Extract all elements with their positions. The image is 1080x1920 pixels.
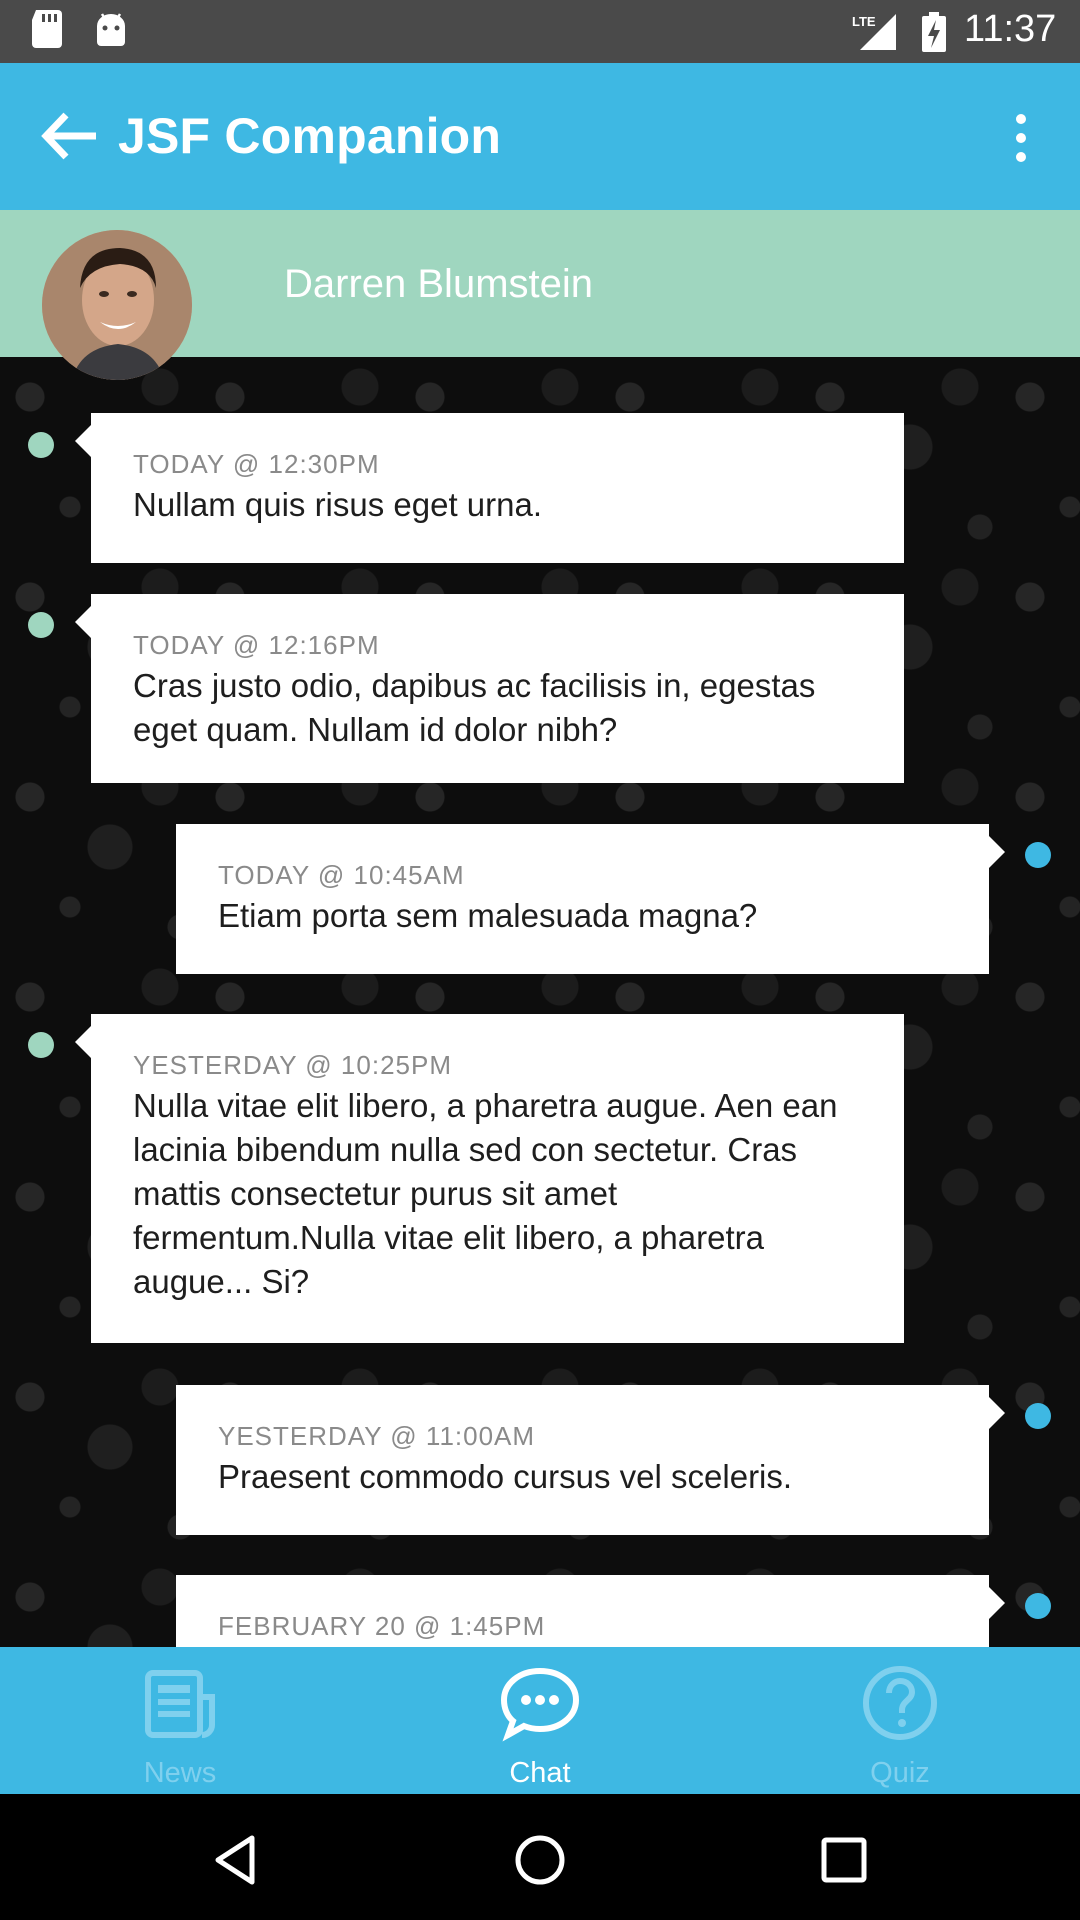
incoming-dot [28,1032,54,1058]
question-circle-icon [863,1666,937,1740]
more-vertical-icon[interactable] [1006,113,1036,163]
nav-label-chat: Chat [509,1757,571,1789]
nav-item-chat[interactable]: Chat [360,1647,720,1794]
message-time: TODAY @ 12:16PM [133,630,380,660]
outgoing-dot [1025,1403,1051,1429]
clock: 11:37 [964,8,1057,50]
arrow-left-icon[interactable] [40,111,98,161]
svg-text:LTE: LTE [852,14,876,29]
battery-charging-icon [922,12,946,52]
status-bar: LTE 11:37 [0,0,1080,63]
nav-label-quiz: Quiz [870,1757,930,1789]
bottom-nav: News Chat Quiz [0,1647,1080,1794]
message-time: TODAY @ 12:30PM [133,449,380,479]
message-bubble[interactable]: YESTERDAY @ 11:00AM Praesent commodo cur… [176,1385,1005,1535]
lte-signal-icon: LTE [852,14,896,50]
app-bar: JSF Companion [0,63,1080,210]
system-nav-bar [0,1794,1080,1920]
message-bubble[interactable]: TODAY @ 10:45AM Etiam porta sem malesuad… [176,824,1005,974]
android-icon [97,13,125,46]
nav-label-news: News [143,1757,217,1789]
nav-item-quiz[interactable]: Quiz [720,1647,1080,1794]
message-text: Praesent commodo cursus vel sceleris. [218,1458,793,1495]
message-text: Nulla vitae elit libero, a pharetra augu… [133,1087,838,1300]
message-text: Etiam porta sem malesuada magna? [218,897,758,934]
contact-name: Darren Blumstein [284,262,594,306]
message-time: TODAY @ 10:45AM [218,860,465,890]
outgoing-dot [1025,1593,1051,1619]
message-bubble[interactable]: TODAY @ 12:30PM Nullam quis risus eget u… [75,413,904,563]
app-title: JSF Companion [118,108,502,164]
avatar[interactable] [42,230,192,380]
chat-bubble-icon [500,1667,580,1742]
message-text: Cras justo odio, dapibus ac facilisis in… [133,667,816,748]
incoming-dot [28,612,54,638]
nav-item-news[interactable]: News [0,1647,360,1794]
newspaper-icon [145,1670,215,1738]
system-back-icon[interactable] [208,1832,264,1888]
message-time: YESTERDAY @ 11:00AM [218,1421,536,1451]
system-home-icon[interactable] [512,1832,568,1888]
chat-area[interactable]: TODAY @ 12:30PM Nullam quis risus eget u… [0,357,1080,1647]
incoming-dot [28,432,54,458]
message-bubble[interactable]: TODAY @ 12:16PM Cras justo odio, dapibus… [75,594,904,783]
avatar-photo [42,230,192,380]
message-time: YESTERDAY @ 10:25PM [133,1050,452,1080]
system-recents-icon[interactable] [816,1832,872,1888]
sd-card-icon [32,10,62,48]
outgoing-dot [1025,842,1051,868]
message-text: Nullam quis risus eget urna. [133,486,543,523]
message-bubble[interactable]: FEBRUARY 20 @ 1:45PM [176,1575,1005,1647]
message-bubble[interactable]: YESTERDAY @ 10:25PM Nulla vitae elit lib… [75,1014,904,1343]
message-time: FEBRUARY 20 @ 1:45PM [218,1611,546,1641]
